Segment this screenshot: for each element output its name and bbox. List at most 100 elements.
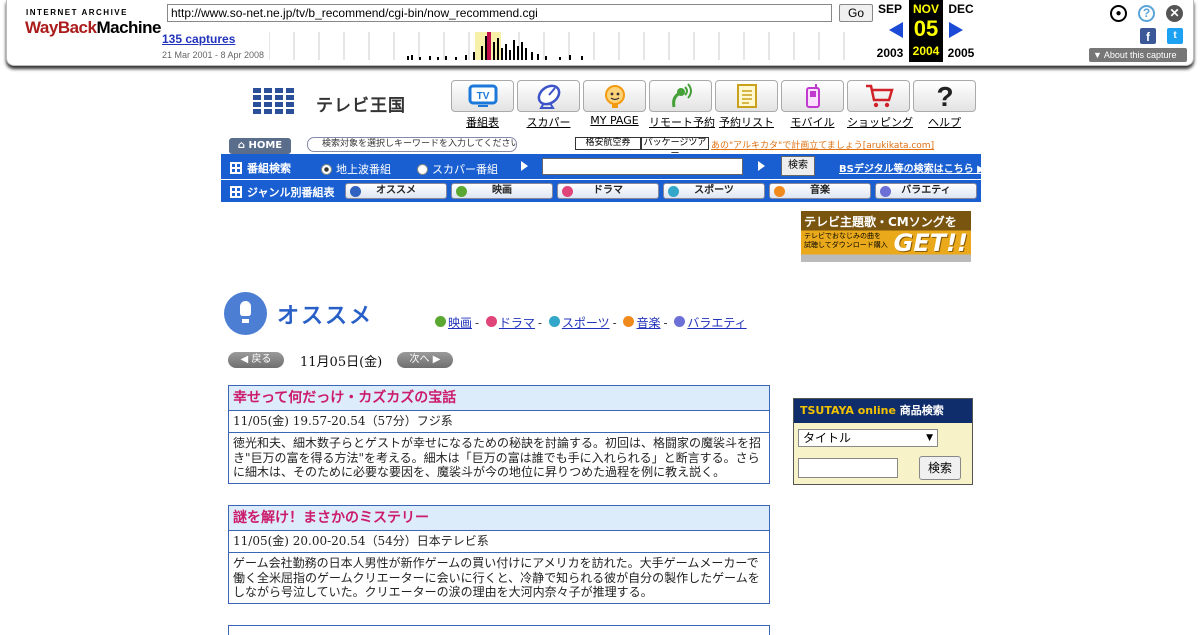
grid-icon [230,162,242,174]
ad-airfare-link[interactable]: 格安航空券 [575,137,641,150]
nav-remote-reservation[interactable]: リモート予約 [649,80,715,130]
program-title[interactable]: 幸せって何だっけ・カズカズの宝話 [229,386,769,411]
program-time: 11/05(金) 20.00-20.54（54分）日本テレビ系 [229,531,769,553]
radio-skyperfect-circle[interactable] [417,164,428,175]
prev-capture-arrow-icon[interactable] [889,22,903,38]
cm-song-banner[interactable]: テレビ主題歌・CMソングを テレビでおなじみの曲を 試聴してダウンロード購入 GE… [801,211,971,262]
bs-search-link[interactable]: BSデジタル等の検索はこちら ▶ [839,160,985,175]
play-arrow-icon [521,161,528,171]
tsutaya-suffix: 商品検索 [899,404,944,417]
tsutaya-search-button[interactable]: 検索 [919,456,961,480]
genre-music-button[interactable]: 音楽 [769,183,871,199]
wayback-logo-red: WayBack [25,18,97,37]
satellite-dish-icon [537,84,560,109]
nav-skyperfect[interactable]: スカパー [517,80,580,130]
nav-mobile[interactable]: モバイル [781,80,844,130]
radio-skyperfect[interactable]: スカパー番組 [417,161,498,177]
forward-arrow-icon: ▶ [432,354,441,365]
twitter-icon[interactable]: t [1167,28,1183,44]
nav-label-reservation-list: 予約リスト [719,116,774,129]
prev-month[interactable]: SEP 2003 [872,0,908,60]
ad-package-tour-link[interactable]: パッケージツアー [641,137,709,159]
banner-cta: GET!! [893,229,968,257]
ad-arukikata-link[interactable]: あの"アルキカタ"で計画立てましょう[arukikata.com] [711,138,934,151]
help-icon[interactable]: ? [1138,5,1155,22]
genre-link-movie[interactable]: 映画 [448,316,472,330]
sports-icon [548,316,560,327]
genre-drama-button[interactable]: ドラマ [557,183,659,199]
question-mark-icon: ? [936,82,953,110]
nav-reservation-list[interactable]: 予約リスト [715,80,778,130]
next-day-button[interactable]: 次へ ▶ [397,352,453,368]
music-note-icon [774,186,785,197]
capture-sparkline[interactable] [269,32,869,60]
nav-help[interactable]: ? ヘルプ [913,80,976,130]
search-button[interactable]: 検索 [781,156,815,176]
genre-link-variety[interactable]: バラエティ [687,316,746,330]
nav-label-mobile: モバイル [790,116,835,129]
tsutaya-header: TSUTAYA online 商品検索 [794,399,972,423]
current-date-label: 11月05日(金) [300,355,383,370]
genre-osusume-button[interactable]: オススメ [345,183,447,199]
nav-label-remote-reservation: リモート予約 [649,116,715,129]
nav-my-page[interactable]: MY PAGE [583,80,646,127]
keyword-input[interactable] [542,158,743,175]
genre-sports-button[interactable]: スポーツ [663,183,765,199]
banner-line2: テレビでおなじみの曲を [804,232,881,240]
tsutaya-keyword-input[interactable] [798,458,898,478]
genre-movie-button[interactable]: 映画 [451,183,553,199]
genre-label: スポーツ [694,185,734,196]
genre-variety-button[interactable]: バラエティ [875,183,977,199]
banner-headline: テレビ主題歌・CMソングを [804,215,957,229]
music-note-icon [623,316,635,327]
facebook-icon[interactable]: f [1140,28,1156,44]
tv-icon: TV [468,84,497,107]
search-top-row: ⌂ HOME 検索対象を選択しキーワードを入力してください 格安航空券 パッケー… [221,134,981,159]
program-title[interactable]: 謎を解け！まさかのミステリー [229,506,769,531]
genre-link-drama[interactable]: ドラマ [499,316,535,330]
captures-link[interactable]: 135 captures [162,32,235,46]
about-capture-label: About this capture [1103,50,1177,60]
brand-logo-grid-icon[interactable] [253,88,295,114]
nav-shopping[interactable]: ショッピング [847,80,913,130]
mobile-phone-icon [805,84,820,108]
genre-links: 映画 - ドラマ - スポーツ - 音楽 - バラエティ [435,314,747,331]
face-icon [604,85,625,108]
wayback-logo[interactable]: INTERNET ARCHIVE WayBackMachine [25,8,161,50]
next-capture-arrow-icon[interactable] [949,22,963,38]
nav-label-my-page: MY PAGE [590,114,639,127]
bs-search-label: BSデジタル等の検索はこちら [839,164,974,175]
capture-range: 21 Mar 2001 - 8 Apr 2008 [162,50,265,60]
play-arrow-icon [758,161,765,171]
nav-label-skyperfect: スカパー [526,116,571,129]
tsutaya-search-widget: TSUTAYA online 商品検索 タイトル 検索 [793,398,973,485]
radio-terrestrial[interactable]: 地上波番組 [321,161,391,177]
wayback-toolbar: INTERNET ARCHIVE WayBackMachine http://w… [6,0,1194,66]
nav-tv-guide[interactable]: TV 番組表 [451,80,514,130]
close-icon[interactable]: ✕ [1166,5,1183,22]
search-hint: 検索対象を選択しキーワードを入力してください [307,137,517,152]
url-input[interactable]: http://www.so-net.ne.jp/tv/b_recommend/c… [167,4,832,22]
genre-row: ジャンル別番組表 オススメ 映画 ドラマ スポーツ 音楽 バラエティ [221,180,981,202]
genre-link-music[interactable]: 音楽 [636,316,660,330]
genre-link-sports[interactable]: スポーツ [562,316,610,330]
about-capture-button[interactable]: ▼ About this capture [1089,48,1187,62]
tsutaya-category-select[interactable]: タイトル [798,429,938,447]
grid-icon [230,186,242,198]
program-card: 謎を解け！まさかのミステリー 11/05(金) 20.00-20.54（54分）… [228,505,770,604]
next-month[interactable]: DEC 2005 [943,0,979,60]
banner-subtext: テレビでおなじみの曲を 試聴してダウンロード購入 [804,232,888,250]
recommend-icon [350,186,361,197]
search-hint-text: 検索対象を選択しキーワードを入力してください [322,139,517,149]
radio-terrestrial-circle[interactable] [321,164,332,175]
next-year-label: 2005 [947,46,975,60]
brand-name[interactable]: テレビ王国 [316,91,406,116]
program-search-heading: 番組検索 [230,160,291,176]
heart-icon [485,316,497,327]
lightbulb-icon [224,292,267,335]
home-button[interactable]: ⌂ HOME [229,138,291,154]
current-day-label: 05 [913,16,939,41]
prev-day-button[interactable]: ◀ 戻る [228,352,284,368]
user-icon[interactable]: ● [1110,5,1127,22]
go-button[interactable]: Go [839,4,873,22]
